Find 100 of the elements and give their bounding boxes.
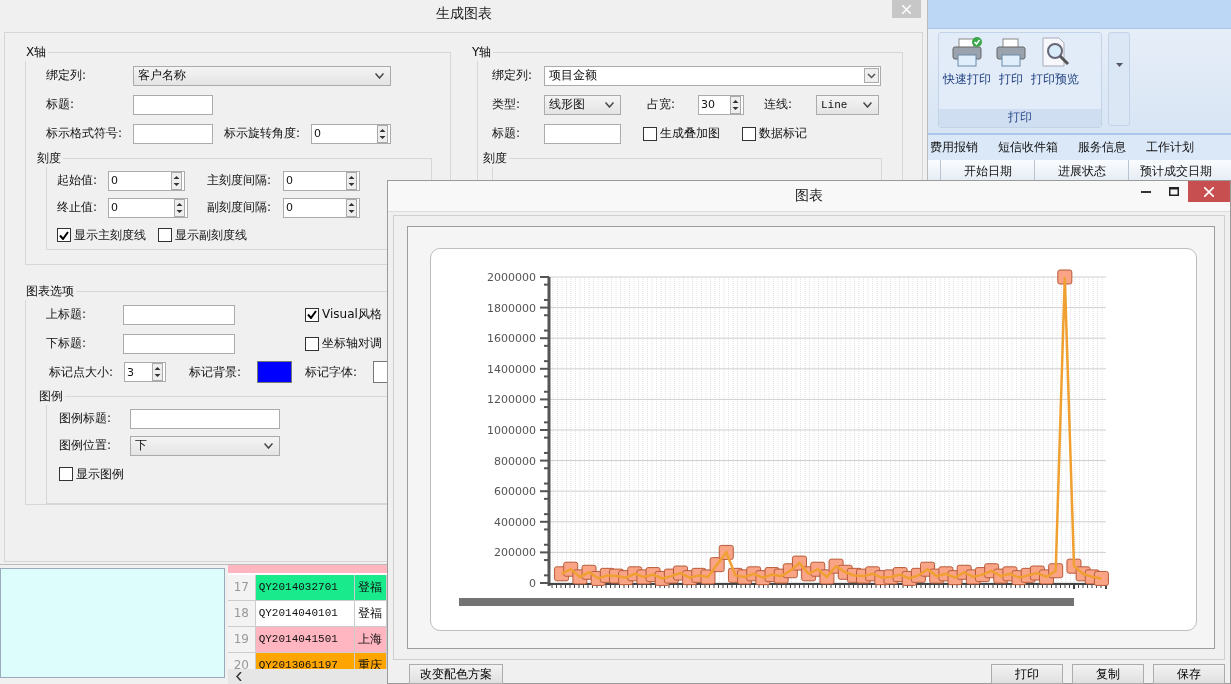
checkmark-icon [59,230,69,240]
input-field[interactable] [123,333,235,354]
tick-label: 2000000 [487,271,536,284]
number-field[interactable]: 0 [283,170,360,191]
dropdown[interactable]: 下 [130,435,280,456]
number-field[interactable]: 0 [311,123,391,144]
field-label: 绑定列: [46,67,88,84]
printer-check-icon [951,37,983,67]
font-field[interactable] [373,361,387,383]
input-field[interactable] [544,123,621,144]
ribbon-options-button[interactable] [1108,32,1130,126]
field-label: 标记点大小: [49,363,115,381]
window-title: 图表 [795,187,823,205]
number-field[interactable]: 0 [108,197,188,218]
field-label: 类型: [492,96,522,113]
scrollbar[interactable] [228,669,387,684]
row-number: 19 [228,627,256,652]
field-label: 下标题: [46,335,88,352]
table-cell: 登福 [355,575,387,600]
spinner-icon [174,198,185,217]
tick-label: 1000000 [487,424,536,437]
tab[interactable]: 费用报销 [930,139,978,156]
caret-icon [375,72,384,79]
tick-label: 800000 [494,454,536,468]
group-title: 刻度 [36,150,62,167]
tick-label: 1200000 [487,393,536,407]
group-title: 图例 [38,388,64,405]
checkbox[interactable]: 显示图例 [59,465,124,483]
tick-label: 600000 [494,485,536,499]
group-title: Y轴 [471,44,493,61]
field-label: 绑定列: [492,67,534,84]
input-field[interactable] [133,123,213,144]
input-field[interactable] [133,94,213,115]
spinner-icon [346,198,357,217]
spinner-icon [152,363,163,381]
table-cell: QY2013061197 [255,653,356,670]
table-cell: QY2014041501 [255,627,356,652]
checkbox[interactable]: 生成叠加图 [643,125,720,142]
field-label: 连线: [764,96,794,113]
spinner-icon [730,95,741,114]
tab[interactable]: 服务信息 [1078,139,1126,156]
dialog-button[interactable]: 复制 [1072,664,1144,684]
checkmark-icon [307,310,317,319]
checkbox[interactable]: 显示副刻度线 [158,226,247,244]
row-number: 20 [228,653,256,670]
number-field[interactable]: 0 [108,170,185,191]
input-field[interactable] [123,304,235,325]
dialog-button[interactable]: 保存 [1153,664,1225,684]
field-label: 占宽: [647,96,677,113]
tick-label: 1400000 [487,362,536,376]
caret-icon [264,442,273,449]
ribbon-button[interactable]: 快速打印 [943,37,991,109]
input-field[interactable] [130,408,280,429]
dropdown[interactable]: 项目金额 [544,65,881,86]
tick-label: 1600000 [487,332,536,346]
maximize-icon [1169,187,1179,196]
number-field[interactable]: 30 [698,94,744,115]
tab[interactable]: 短信收件箱 [998,139,1058,156]
caret-icon [1115,63,1123,67]
printer-icon [995,37,1027,67]
field-label: 标题: [492,125,522,142]
field-label: 副刻度间隔: [207,199,273,216]
spinner-icon [171,171,182,190]
group-label: 打印 [939,109,1101,127]
dropdown[interactable]: Line [816,94,879,115]
field-label: 主刻度间隔: [207,172,273,189]
checkbox[interactable]: 数据标记 [742,125,807,142]
ribbon-button[interactable]: 打印预览 [1031,37,1079,109]
dropdown[interactable]: 线形图 [544,94,621,115]
field-label: 标示格式符号: [46,125,124,142]
caret-icon [864,68,879,83]
field-label: 标示旋转角度: [224,125,302,142]
data-marker [1093,570,1109,586]
field-label: 图例位置: [59,437,113,454]
field-label: 标记字体: [305,363,359,381]
checkbox[interactable]: 显示主刻度线 [57,226,146,244]
color-swatch[interactable] [257,361,292,383]
number-field[interactable]: 3 [124,362,166,382]
checkbox[interactable]: Visual风格 [305,306,382,323]
tick-label: 200000 [494,546,536,560]
dropdown[interactable]: 客户名称 [133,65,391,86]
tick-label: 0 [529,577,536,590]
close-icon [902,4,911,14]
table-cell: QY2014032701 [255,575,356,600]
dialog-button[interactable]: 打印 [991,664,1063,684]
tick-label: 1800000 [487,301,536,315]
window-title: 生成图表 [435,5,492,23]
field-label: 图例标题: [59,410,113,427]
number-field[interactable]: 0 [283,197,360,218]
checkbox[interactable]: 坐标轴对调 [305,335,382,352]
color-scheme-button[interactable]: 改变配色方案 [409,664,503,684]
tab[interactable]: 工作计划 [1146,139,1194,156]
close-button[interactable] [1188,181,1230,202]
group-title: 图表选项 [25,283,75,300]
ribbon-button[interactable]: 打印 [995,37,1027,109]
field-label: 起始值: [57,172,99,189]
tick-label: 400000 [494,515,536,529]
spinner-icon [377,124,388,143]
caret-icon [605,101,614,108]
table-cell: 登福 [355,601,387,626]
